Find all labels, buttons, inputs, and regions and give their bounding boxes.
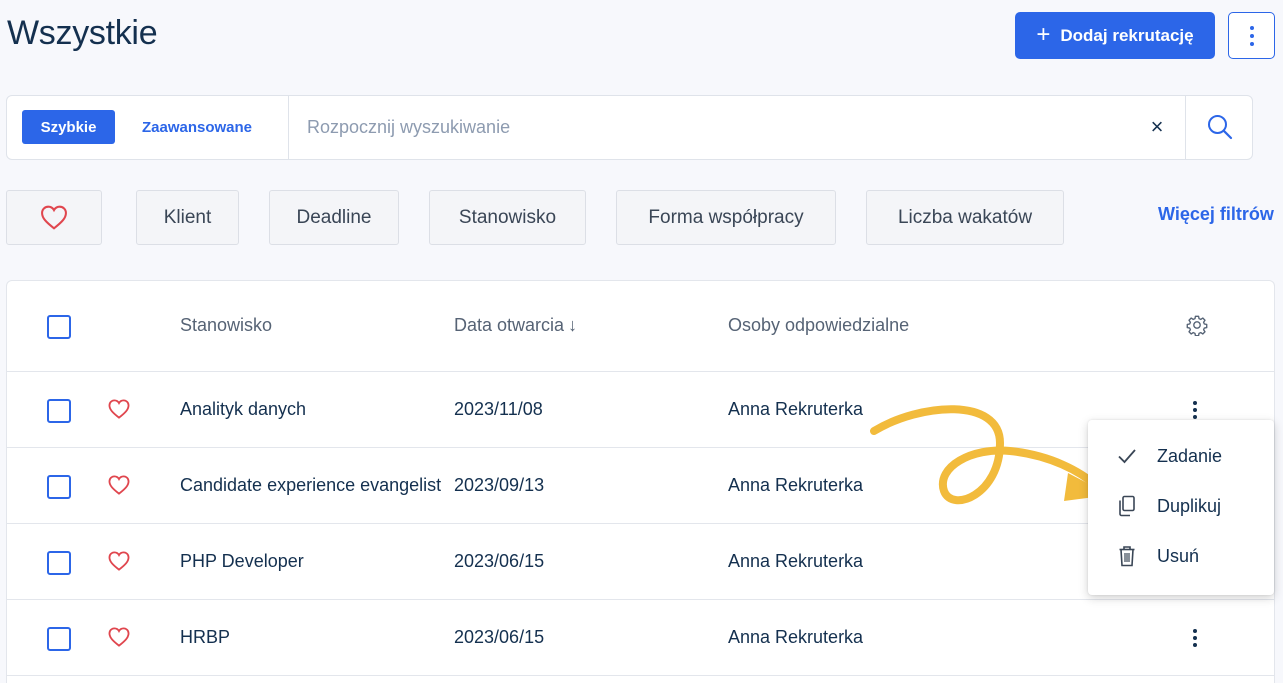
heart-icon[interactable] — [108, 399, 130, 419]
kebab-icon — [1249, 25, 1254, 46]
row-checkbox[interactable] — [47, 475, 71, 499]
gear-icon — [1186, 315, 1208, 337]
search-bar: Szybkie Zaawansowane × — [6, 95, 1253, 160]
trash-icon — [1116, 545, 1138, 567]
row-kebab-icon[interactable] — [1190, 628, 1200, 648]
row-checkbox[interactable] — [47, 551, 71, 575]
row-position[interactable]: PHP Developer — [180, 551, 304, 572]
heart-icon[interactable] — [108, 551, 130, 571]
copy-icon — [1116, 495, 1138, 517]
heart-icon[interactable] — [108, 627, 130, 647]
filter-chip-client[interactable]: Klient — [136, 190, 239, 245]
plus-icon: + — [1036, 20, 1051, 48]
search-icon — [1208, 115, 1233, 140]
select-all-checkbox[interactable] — [47, 315, 71, 339]
clear-search-button[interactable]: × — [1142, 112, 1172, 142]
row-position[interactable]: Candidate experience evangelist — [180, 475, 441, 496]
add-recruitment-button[interactable]: + Dodaj rekrutację — [1015, 12, 1215, 59]
table-settings-button[interactable] — [1186, 314, 1208, 341]
more-filters-link[interactable]: Więcej filtrów — [1158, 204, 1274, 225]
row-position[interactable]: Analityk danych — [180, 399, 306, 420]
heart-icon — [41, 205, 67, 230]
row-opened-date: 2023/11/08 — [454, 399, 543, 419]
search-button[interactable] — [1203, 110, 1237, 144]
row-responsible: Anna Rekruterka — [728, 475, 864, 495]
search-divider — [288, 96, 289, 159]
table-row[interactable]: PHP Developer 2023/06/15 Anna Rekruterka — [7, 524, 1274, 600]
favorites-filter-chip[interactable] — [6, 190, 102, 245]
row-opened-date: 2023/06/15 — [454, 551, 545, 571]
row-responsible: Anna Rekruterka — [728, 551, 864, 571]
search-mode-quick-tab[interactable]: Szybkie — [22, 110, 115, 144]
search-mode-advanced-tab[interactable]: Zaawansowane — [131, 110, 263, 144]
search-divider-right — [1185, 96, 1186, 159]
recruitments-table: Stanowisko Data otwarcia ↓ Osoby odpowie… — [6, 280, 1275, 683]
menu-item-task[interactable]: Zadanie — [1088, 431, 1274, 481]
search-input[interactable] — [307, 110, 1127, 144]
column-header-opened[interactable]: Data otwarcia ↓ — [454, 315, 577, 336]
add-recruitment-label: Dodaj rekrutację — [1060, 25, 1194, 45]
table-row[interactable]: Analityk danych 2023/11/08 Anna Rekruter… — [7, 372, 1274, 448]
row-opened-date: 2023/09/13 — [454, 475, 545, 495]
filter-chip-position[interactable]: Stanowisko — [429, 190, 586, 245]
heart-icon[interactable] — [108, 475, 130, 495]
page-title: Wszystkie — [7, 14, 158, 52]
column-header-responsible[interactable]: Osoby odpowiedzialne — [728, 315, 909, 336]
menu-item-delete[interactable]: Usuń — [1088, 531, 1274, 581]
check-icon — [1116, 445, 1138, 467]
row-responsible: Anna Rekruterka — [728, 399, 864, 419]
table-row[interactable]: Candidate experience evangelist 2023/09/… — [7, 448, 1274, 524]
filter-chip-cooperation-form[interactable]: Forma współpracy — [616, 190, 836, 245]
page-more-button[interactable] — [1228, 12, 1275, 59]
column-header-position[interactable]: Stanowisko — [180, 315, 272, 336]
filter-chip-deadline[interactable]: Deadline — [269, 190, 399, 245]
row-kebab-icon[interactable] — [1190, 400, 1200, 420]
menu-item-duplicate[interactable]: Duplikuj — [1088, 481, 1274, 531]
row-checkbox[interactable] — [47, 627, 71, 651]
row-checkbox[interactable] — [47, 399, 71, 423]
sort-arrow-icon: ↓ — [568, 315, 578, 335]
row-context-menu: Zadanie Duplikuj Usuń — [1088, 420, 1274, 595]
row-responsible: Anna Rekruterka — [728, 627, 864, 647]
table-row[interactable]: HRBP 2023/06/15 Anna Rekruterka — [7, 600, 1274, 676]
table-header: Stanowisko Data otwarcia ↓ Osoby odpowie… — [7, 281, 1274, 372]
row-position[interactable]: HRBP — [180, 627, 230, 648]
row-opened-date: 2023/06/15 — [454, 627, 545, 647]
filter-chip-vacancies[interactable]: Liczba wakatów — [866, 190, 1064, 245]
